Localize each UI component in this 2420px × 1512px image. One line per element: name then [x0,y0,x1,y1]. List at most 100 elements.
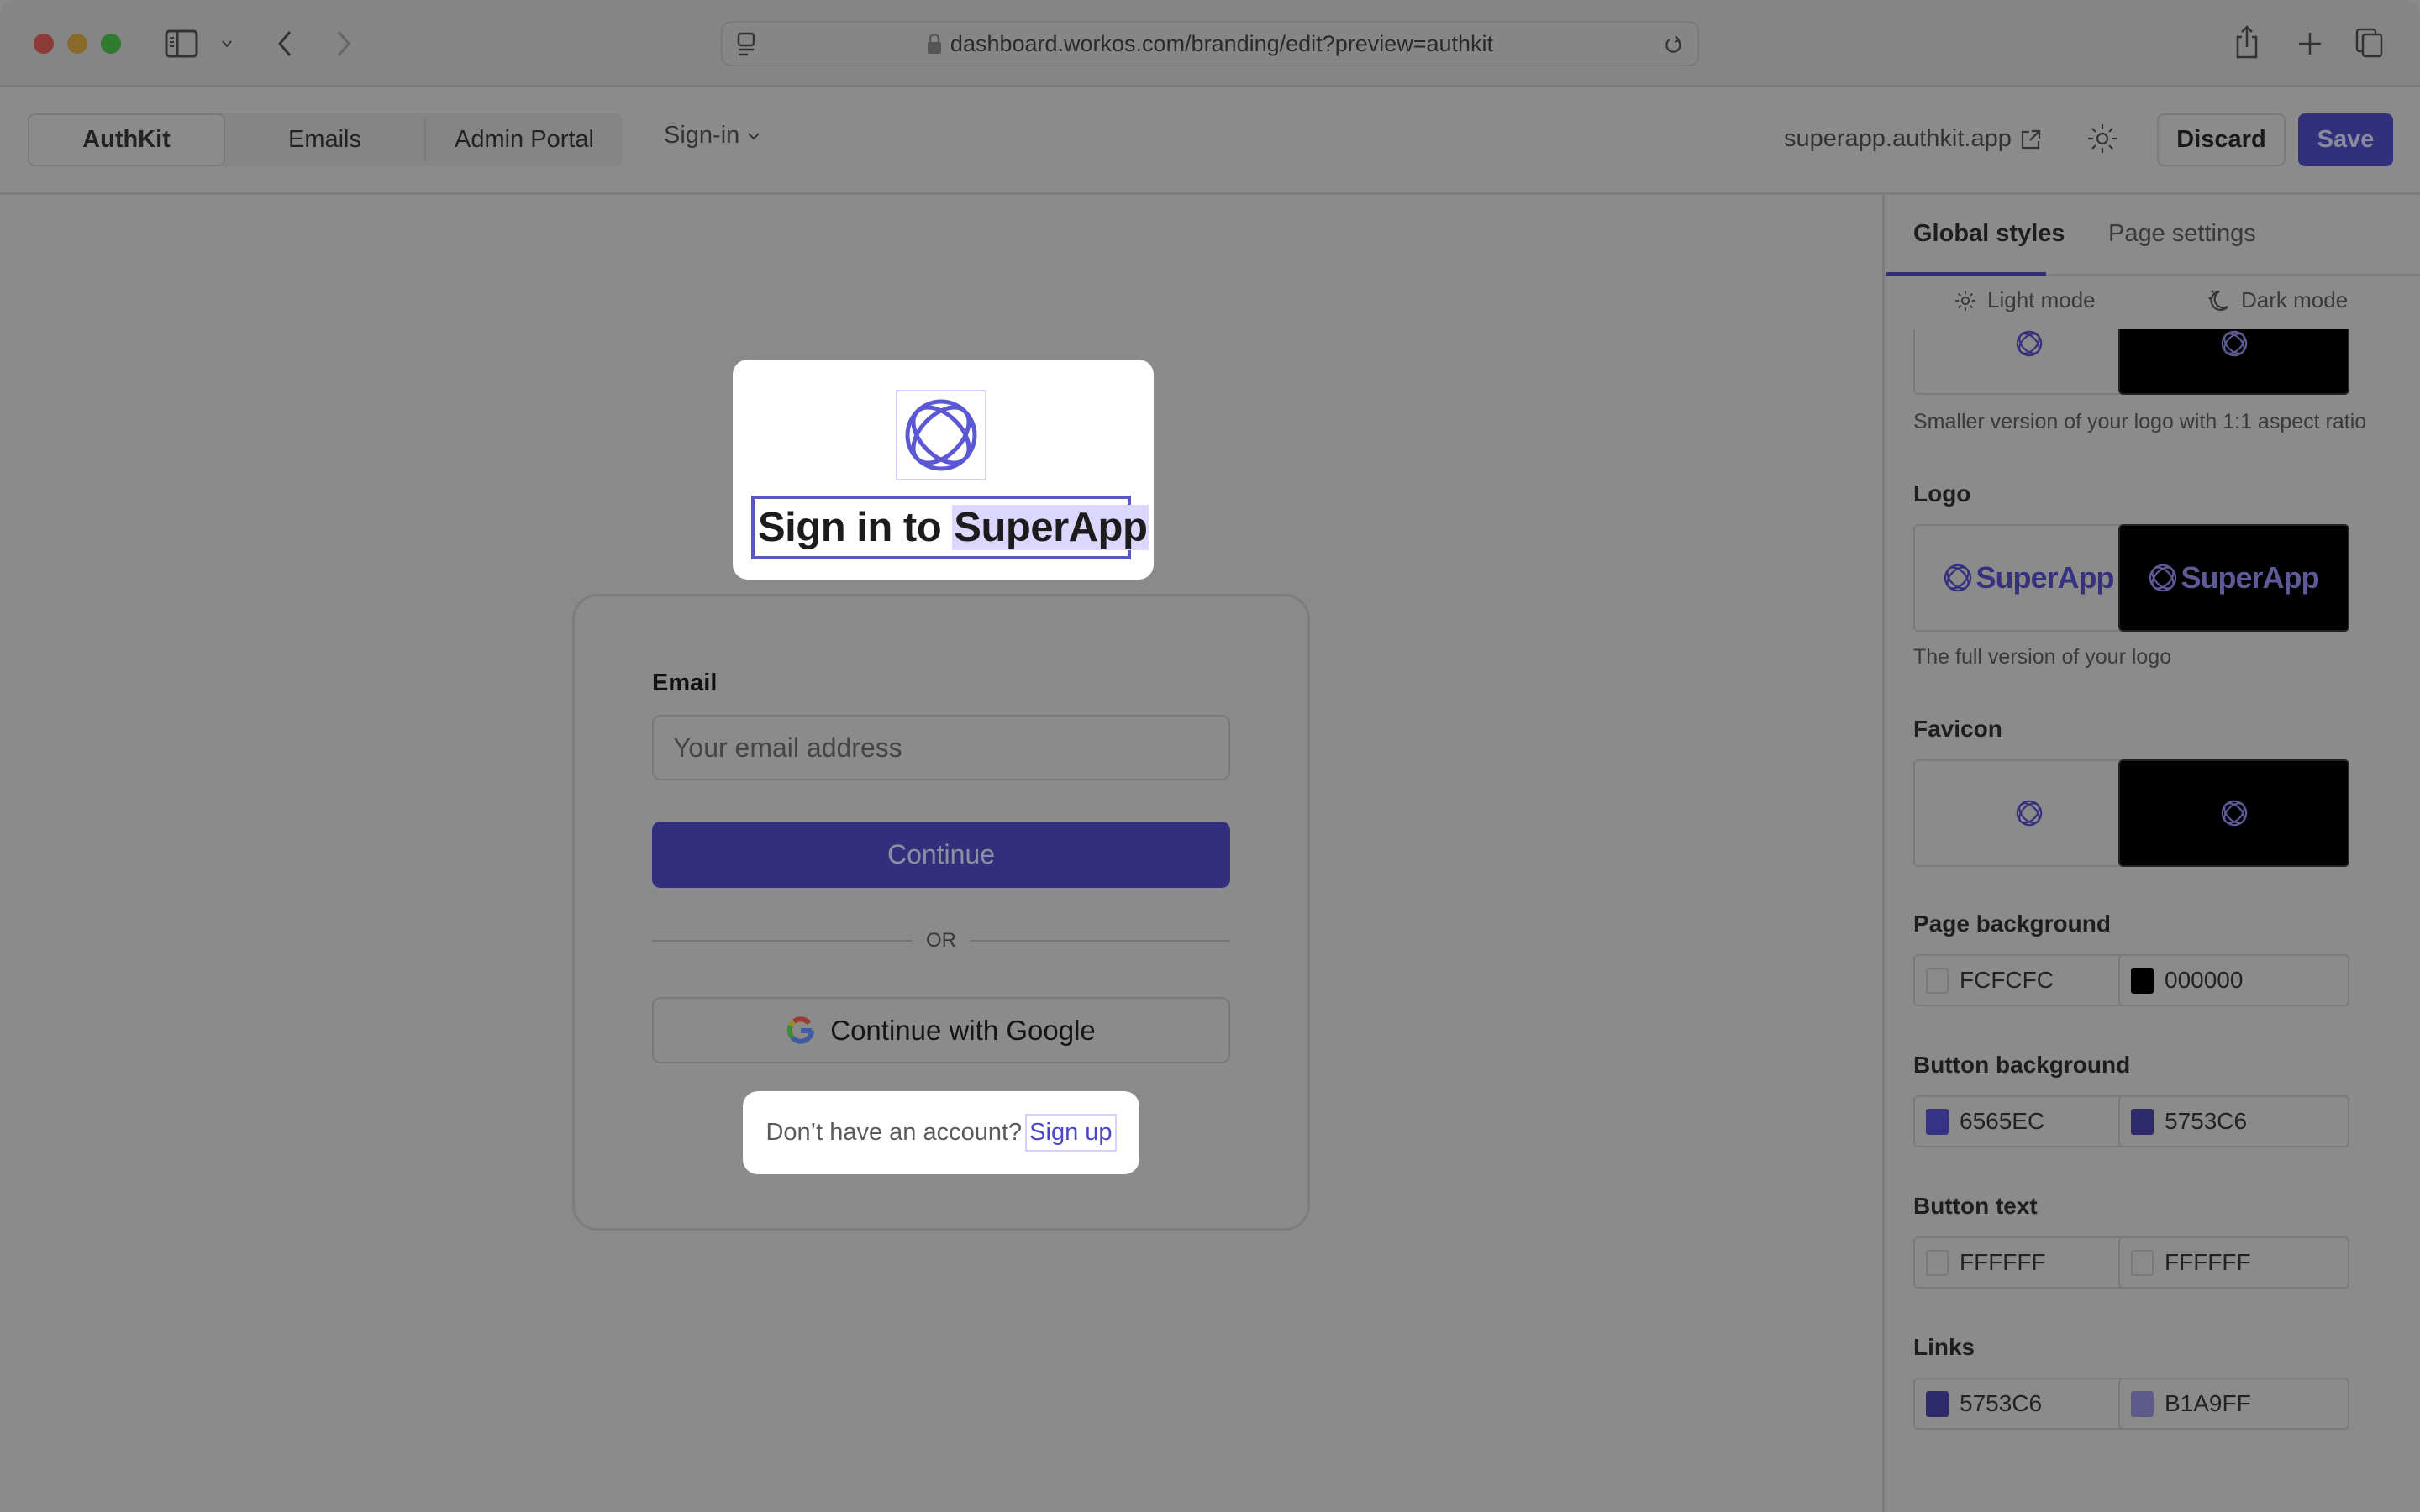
signup-highlight-card: Don’t have an account? Sign up [743,1091,1139,1174]
continue-with-google-button[interactable]: Continue with Google [652,997,1230,1063]
address-bar[interactable]: dashboard.workos.com/branding/edit?previ… [721,21,1699,66]
google-icon [786,1016,815,1045]
heading-prefix: Sign in to [758,505,953,550]
color-swatch[interactable] [1926,1108,1949,1135]
color-value[interactable]: FCFCFC [1960,967,2054,994]
color-value[interactable]: 6565EC [1960,1108,2044,1135]
heading-app-name: SuperApp [952,505,1150,550]
page-heading-selected[interactable]: Sign in to SuperApp [751,496,1150,559]
tab-page-settings[interactable]: Page settings [2108,220,2256,248]
color-value[interactable]: B1A9FF [2165,1390,2251,1417]
superapp-logo: SuperApp [1944,560,2115,596]
color-value[interactable]: FFFFFF [2165,1249,2251,1276]
minimize-window-button[interactable] [67,34,87,54]
links-dark-field[interactable]: B1A9FF [2118,1378,2349,1430]
styles-panel: Global styles Page settings Light mode D… [1882,195,2420,1512]
superapp-logo-icon [905,399,977,471]
button-text-light-field[interactable]: FFFFFF [1913,1236,2144,1289]
or-divider: OR [652,924,1230,958]
superapp-logo-icon [2016,330,2042,357]
light-mode-label: Light mode [1987,287,2096,312]
authkit-domain-link[interactable]: superapp.authkit.app [1784,125,2042,153]
links-title: Links [1913,1334,1975,1360]
segment-authkit[interactable]: AuthKit [28,113,225,166]
logo-icon-dark-preview[interactable] [2118,329,2349,395]
button-text-title: Button text [1913,1193,2038,1219]
discard-button[interactable]: Discard [2157,113,2286,166]
color-value[interactable]: 5753C6 [2165,1108,2247,1135]
page-heading: Sign in to SuperApp [758,504,1150,551]
color-swatch[interactable] [1926,967,1949,994]
color-swatch[interactable] [1926,1249,1949,1276]
button-background-title: Button background [1913,1052,2131,1078]
light-mode-header: Light mode [1954,287,2096,313]
external-link-icon [2020,129,2042,150]
links-light-field[interactable]: 5753C6 [1913,1378,2144,1430]
logo-description: The full version of your logo [1913,645,2172,669]
chevron-down-icon[interactable] [217,34,237,54]
page-select-dropdown[interactable]: Sign-in [664,122,761,150]
segment-admin-portal[interactable]: Admin Portal [426,113,623,166]
logo-icon-light-preview[interactable] [1913,329,2144,395]
page-select-value: Sign-in [664,122,740,149]
color-value[interactable]: 000000 [2165,967,2243,994]
color-value[interactable]: FFFFFF [1960,1249,2046,1276]
page-background-light-field[interactable]: FCFCFC [1913,954,2144,1006]
logo-icon-description: Smaller version of your logo with 1:1 as… [1913,410,2367,433]
close-window-button[interactable] [34,34,54,54]
save-button[interactable]: Save [2298,113,2393,166]
dark-mode-label: Dark mode [2241,287,2349,312]
reload-icon[interactable] [1662,33,1686,58]
google-button-label: Continue with Google [830,1014,1096,1046]
panel-tabs: Global styles Page settings [1885,195,2420,276]
favicon-light-preview[interactable] [1913,759,2144,867]
logo-icon-frame[interactable] [896,390,986,480]
active-tab-indicator [1886,272,2046,276]
forward-icon[interactable] [331,27,356,60]
button-background-dark-field[interactable]: 5753C6 [2118,1095,2349,1147]
email-input[interactable] [652,715,1230,780]
sun-icon [1954,289,1977,312]
page-background-title: Page background [1913,911,2111,937]
logo-section-title: Logo [1913,480,1971,507]
logo-dark-preview[interactable]: SuperApp [2118,524,2349,632]
color-swatch[interactable] [2131,1108,2154,1135]
chevron-down-icon [746,131,761,141]
share-icon[interactable] [2232,24,2262,60]
color-swatch[interactable] [2131,1249,2154,1276]
sidebar-toggle-icon[interactable] [163,28,200,60]
moon-icon [2207,288,2231,313]
color-swatch[interactable] [1926,1390,1949,1417]
superapp-favicon [2016,800,2042,827]
lock-icon [927,33,942,55]
color-swatch[interactable] [2131,1390,2154,1417]
superapp-logo: SuperApp [2149,560,2320,596]
signup-question: Don’t have an account? [765,1119,1023,1146]
reader-icon[interactable] [734,31,760,58]
button-background-light-field[interactable]: 6565EC [1913,1095,2144,1147]
url-text[interactable]: dashboard.workos.com/branding/edit?previ… [950,31,1493,57]
superapp-logo-icon [2221,330,2247,357]
theme-toggle-sun-icon[interactable] [2086,122,2119,155]
favicon-section-title: Favicon [1913,716,2002,742]
continue-button[interactable]: Continue [652,822,1230,888]
superapp-favicon [2221,800,2247,827]
or-text: OR [926,929,956,952]
button-text-dark-field[interactable]: FFFFFF [2118,1236,2349,1289]
email-label: Email [652,669,718,696]
product-segmented-control: AuthKit Emails Admin Portal [28,113,623,166]
divider-line [652,940,913,942]
color-value[interactable]: 5753C6 [1960,1390,2042,1417]
segment-emails[interactable]: Emails [225,113,424,166]
back-icon[interactable] [272,27,297,60]
signup-link[interactable]: Sign up [1025,1114,1117,1152]
page-background-dark-field[interactable]: 000000 [2118,954,2349,1006]
dark-mode-header: Dark mode [2207,287,2348,313]
tab-overview-icon[interactable] [2353,25,2386,60]
new-tab-icon[interactable] [2293,27,2327,60]
favicon-dark-preview[interactable] [2118,759,2349,867]
tab-global-styles[interactable]: Global styles [1913,220,2065,248]
zoom-window-button[interactable] [101,34,121,54]
logo-light-preview[interactable]: SuperApp [1913,524,2144,632]
color-swatch[interactable] [2131,967,2154,994]
